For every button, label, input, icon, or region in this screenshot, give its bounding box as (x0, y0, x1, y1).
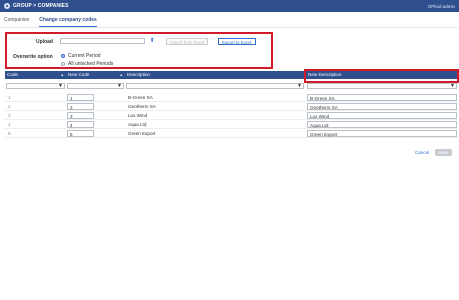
new-description-input[interactable]: Geotherm SA (307, 103, 457, 110)
sort-icon[interactable]: ▲ (120, 71, 123, 79)
column-header-code[interactable]: Code ▲ (5, 71, 66, 79)
filter-icon[interactable]: ▼ (117, 83, 122, 89)
radio-all-unlocked-periods[interactable]: All unlocked Periods (61, 61, 113, 67)
filter-icon[interactable]: ▼ (297, 83, 302, 89)
description-cell: Geotherm SA (128, 104, 156, 109)
app-logo-icon (4, 3, 10, 9)
table-row: 3 3 Lux Wind Lux Wind (5, 111, 458, 120)
filter-new-description-input[interactable]: ▼ (307, 83, 457, 89)
tab-companies[interactable]: Companies (4, 16, 29, 27)
user-menu[interactable]: OPbcd admin (428, 4, 455, 9)
new-description-input[interactable]: B-Green SA (307, 94, 457, 101)
filter-icon[interactable]: ▼ (58, 83, 63, 89)
filter-icon[interactable]: ▼ (450, 83, 455, 89)
radio-unchecked-icon (61, 62, 65, 66)
description-cell: Lux Wind (128, 113, 148, 118)
column-header-new-code-label: New Code (68, 72, 90, 77)
code-cell: 2 (8, 104, 11, 109)
new-description-input[interactable]: Lux Wind (307, 112, 457, 119)
tab-bar: Companies Change company codes (4, 16, 97, 27)
save-button[interactable]: Save (435, 149, 452, 156)
description-cell: Aqua Ltd (128, 122, 147, 127)
column-header-new-code[interactable]: New Code ▲ (66, 71, 125, 79)
tabs-divider (0, 27, 459, 28)
cancel-button[interactable]: Cancel (415, 150, 429, 155)
code-cell: 4 (8, 122, 11, 127)
table-row: 4 4 Aqua Ltd Aqua Ltd (5, 120, 458, 129)
code-cell: 1 (8, 95, 11, 100)
new-code-input[interactable]: 2 (67, 103, 94, 110)
new-description-highlight-box (304, 69, 459, 83)
app-header-left: GROUP > COMPANIES (4, 3, 69, 9)
radio-current-period-label: Current Period (68, 53, 101, 59)
new-code-input[interactable]: 5 (67, 130, 94, 137)
filter-description-input[interactable]: ▼ (126, 83, 304, 89)
code-cell: 5 (8, 131, 11, 136)
radio-all-unlocked-periods-label: All unlocked Periods (68, 61, 114, 67)
column-header-description[interactable]: Description (125, 71, 306, 79)
table-row: 2 2 Geotherm SA Geotherm SA (5, 102, 458, 111)
upload-label: Upload (36, 39, 53, 45)
new-code-input[interactable]: 1 (67, 94, 94, 101)
radio-checked-icon (61, 54, 65, 58)
new-description-input[interactable]: Green Export (307, 130, 457, 137)
new-description-input[interactable]: Aqua Ltd (307, 121, 457, 128)
overwrite-option-label: Overwrite option (13, 54, 53, 60)
description-cell: B-Green SA (128, 95, 153, 100)
table-row: 1 1 B-Green SA B-Green SA (5, 93, 458, 102)
filter-new-code-input[interactable]: ▼ (67, 83, 124, 89)
upload-file-field[interactable] (60, 38, 145, 44)
description-cell: Green Export (128, 131, 156, 136)
radio-current-period[interactable]: Current Period (61, 53, 101, 59)
page-title: GROUP > COMPANIES (13, 3, 69, 9)
new-code-input[interactable]: 3 (67, 112, 94, 119)
sort-icon[interactable]: ▲ (61, 71, 64, 79)
upload-icon[interactable]: ⬆ (149, 38, 155, 44)
code-cell: 3 (8, 113, 11, 118)
tab-change-company-codes[interactable]: Change company codes (39, 16, 97, 27)
new-code-input[interactable]: 4 (67, 121, 94, 128)
app-header: GROUP > COMPANIES OPbcd admin (0, 0, 459, 12)
column-header-code-label: Code (7, 72, 18, 77)
export-to-excel-button[interactable]: Export to Excel (218, 38, 256, 45)
column-header-description-label: Description (127, 72, 150, 77)
import-from-excel-button[interactable]: Import from Excel (166, 38, 209, 45)
table-row: 5 5 Green Export Green Export (5, 129, 458, 138)
filter-code-input[interactable]: ▼ (6, 83, 65, 89)
